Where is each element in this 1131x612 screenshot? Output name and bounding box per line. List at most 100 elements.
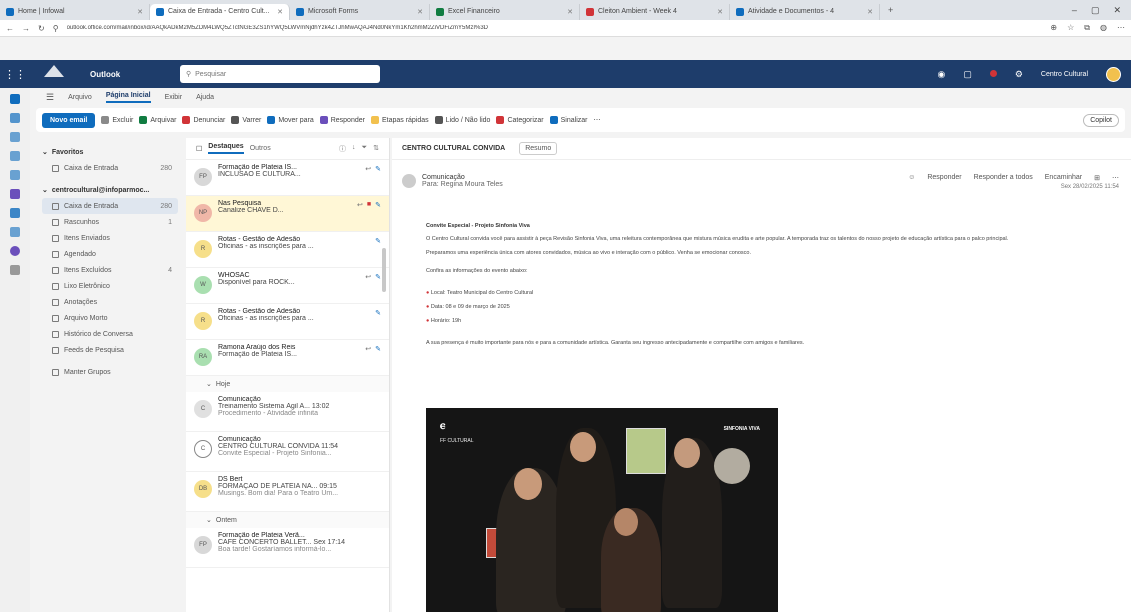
browser-tab-3[interactable]: Excel Financeiro ✕ bbox=[430, 3, 580, 20]
tab-ajuda[interactable]: Ajuda bbox=[196, 94, 214, 101]
pin-icon[interactable]: ✎ bbox=[375, 345, 381, 353]
list-item[interactable]: C Comunicação CENTRO CULTURAL CONVIDA 11:… bbox=[186, 432, 389, 472]
favorites-header[interactable]: ⌄ Favoritos bbox=[42, 144, 178, 160]
settings-gear-icon[interactable]: ⚙ bbox=[1015, 69, 1023, 80]
pin-icon[interactable]: ✎ bbox=[375, 201, 381, 209]
copilot-icon[interactable] bbox=[10, 246, 20, 256]
onedrive-icon[interactable] bbox=[10, 208, 20, 218]
report-button[interactable]: Denunciar bbox=[182, 116, 225, 124]
tab-pagina-inicial[interactable]: Página Inicial bbox=[105, 92, 151, 103]
extensions-icon[interactable]: ⧉ bbox=[1084, 23, 1090, 33]
forward-icon[interactable]: → bbox=[22, 24, 30, 33]
close-icon[interactable]: ✕ bbox=[137, 8, 143, 16]
groups-icon[interactable] bbox=[10, 151, 20, 161]
folder-inbox[interactable]: Caixa de Entrada 280 bbox=[42, 198, 178, 214]
sender-name[interactable]: Comunicação bbox=[422, 174, 503, 181]
user-name[interactable]: Centro Cultural bbox=[1041, 71, 1088, 78]
info-icon[interactable]: ⓘ bbox=[339, 144, 346, 154]
list-item[interactable]: FP Formação de Plateia IS... INCLUSÃO E C… bbox=[186, 160, 389, 196]
folder-drafts[interactable]: Rascunhos 1 bbox=[42, 214, 178, 230]
quick-steps-button[interactable]: Etapas rápidas bbox=[370, 116, 429, 124]
summarize-button[interactable]: Resumo bbox=[519, 142, 558, 155]
reply-icon[interactable]: ↩ bbox=[357, 201, 363, 209]
search-input[interactable]: Pesquisar bbox=[195, 71, 226, 78]
folder-scheduled[interactable]: Agendado bbox=[42, 246, 178, 262]
list-item[interactable]: RA Ramona Araújo dos Reis Formação de Pla… bbox=[186, 340, 389, 376]
folder-archive[interactable]: Arquivo Morto bbox=[42, 310, 178, 326]
meet-now-icon[interactable]: ◉ bbox=[937, 69, 945, 80]
reload-icon[interactable]: ↻ bbox=[38, 24, 45, 33]
zoom-icon[interactable]: ⊕ bbox=[1050, 23, 1057, 33]
tab-exibir[interactable]: Exibir bbox=[165, 94, 183, 101]
manage-groups-link[interactable]: Manter Grupos bbox=[42, 364, 178, 380]
url-field[interactable]: outlook.office.com/mail/inbox/id/AAQkADk… bbox=[67, 25, 1043, 31]
archive-button[interactable]: Arquivar bbox=[139, 116, 176, 124]
notifications-icon[interactable] bbox=[989, 69, 997, 79]
reply-icon[interactable]: ↩ bbox=[365, 165, 371, 173]
teams-icon[interactable] bbox=[10, 189, 20, 199]
reply-all-button[interactable]: Responder a todos bbox=[974, 174, 1033, 182]
more-actions-icon[interactable]: ⋯ bbox=[1112, 174, 1119, 182]
emoji-icon[interactable]: ☺ bbox=[908, 174, 915, 182]
folder-sent[interactable]: Itens Enviados bbox=[42, 230, 178, 246]
people-icon[interactable] bbox=[10, 132, 20, 142]
close-icon[interactable]: ✕ bbox=[277, 8, 283, 16]
favorite-star-icon[interactable]: ☆ bbox=[1067, 23, 1074, 33]
folder-notes[interactable]: Anotações bbox=[42, 294, 178, 310]
list-item[interactable]: DB DS Bert FORMAÇÃO DE PLATEIA NA... 09:1… bbox=[186, 472, 389, 512]
browser-tab-0[interactable]: Home | Infowal ✕ bbox=[0, 3, 150, 20]
minimize-icon[interactable]: – bbox=[1072, 5, 1077, 16]
apps-icon[interactable]: ⊞ bbox=[1094, 174, 1100, 182]
mail-icon[interactable] bbox=[10, 94, 20, 104]
tab-arquivo[interactable]: Arquivo bbox=[68, 94, 92, 101]
folder-rss[interactable]: Feeds de Pesquisa bbox=[42, 342, 178, 358]
delete-button[interactable]: Excluir bbox=[101, 116, 133, 124]
close-icon[interactable]: ✕ bbox=[867, 8, 873, 16]
folder-inbox-favorite[interactable]: Caixa de Entrada 280 bbox=[42, 160, 178, 176]
group-header-today[interactable]: ⌄ Hoje bbox=[186, 376, 389, 392]
flag-icon[interactable]: ■ bbox=[367, 201, 371, 209]
sort-icon[interactable]: ⇅ bbox=[373, 144, 379, 154]
filter-icon[interactable]: ⏷ bbox=[362, 144, 368, 154]
chat-icon[interactable]: ▢ bbox=[963, 69, 972, 80]
read-unread-button[interactable]: Lido / Não lido bbox=[434, 116, 490, 124]
group-header-older[interactable]: ⌄ Ontem bbox=[186, 512, 389, 528]
copilot-button[interactable]: Copilot bbox=[1083, 113, 1119, 127]
close-icon[interactable]: ✕ bbox=[567, 8, 573, 16]
close-window-icon[interactable]: ✕ bbox=[1113, 5, 1121, 16]
list-item[interactable]: W WHOSAC Disponível para ROCK... ↩ ✎ bbox=[186, 268, 389, 304]
pin-icon[interactable]: ✎ bbox=[375, 309, 381, 317]
new-mail-button[interactable]: Novo email bbox=[42, 112, 96, 128]
folder-junk[interactable]: Lixo Eletrônico bbox=[42, 278, 178, 294]
reply-icon[interactable]: ↩ bbox=[365, 345, 371, 353]
folder-conversation-history[interactable]: Histórico de Conversa bbox=[42, 326, 178, 342]
reply-button[interactable]: Responder bbox=[927, 174, 961, 182]
browser-tab-2[interactable]: Microsoft Forms ✕ bbox=[290, 3, 430, 20]
folder-deleted[interactable]: Itens Excluídos 4 bbox=[42, 262, 178, 278]
browser-tab-4[interactable]: Cleiton Ambient - Week 4 ✕ bbox=[580, 3, 730, 20]
sweep-button[interactable]: Varrer bbox=[231, 116, 261, 124]
list-item-selected[interactable]: NP Nas Pesquisa Canalize CHAVE D... ↩ ■ ✎ bbox=[186, 196, 389, 232]
more-apps-icon[interactable] bbox=[10, 265, 20, 275]
pin-icon[interactable]: ✎ bbox=[375, 165, 381, 173]
avatar[interactable] bbox=[1106, 66, 1121, 82]
select-all-icon[interactable]: ☐ bbox=[196, 145, 202, 153]
list-item[interactable]: FP Formação de Plateia Verã... CAFÉ CONCE… bbox=[186, 528, 389, 568]
reply-icon[interactable]: ↩ bbox=[365, 273, 371, 281]
calendar-icon[interactable] bbox=[10, 113, 20, 123]
tab-focused[interactable]: Destaques bbox=[208, 143, 244, 154]
word-icon[interactable] bbox=[10, 227, 20, 237]
back-icon[interactable]: ← bbox=[6, 24, 14, 33]
categorize-button[interactable]: Categorizar bbox=[496, 116, 544, 124]
search-box[interactable]: ⚲ Pesquisar bbox=[180, 65, 380, 83]
list-scrollbar[interactable] bbox=[382, 248, 386, 292]
reply-button[interactable]: Responder bbox=[319, 116, 365, 124]
close-icon[interactable]: ✕ bbox=[417, 8, 423, 16]
more-options-icon[interactable]: ⋯ bbox=[593, 116, 600, 124]
app-launcher-icon[interactable]: ⋮⋮ bbox=[0, 68, 30, 81]
list-item[interactable]: R Rotas - Gestão de Adesão Oficinas - as … bbox=[186, 304, 389, 340]
site-info-icon[interactable]: ⚲ bbox=[53, 24, 59, 33]
pin-icon[interactable]: ✎ bbox=[375, 273, 381, 281]
move-to-button[interactable]: Mover para bbox=[267, 116, 314, 124]
list-item[interactable]: C Comunicação Treinamento Sistema Ágil A.… bbox=[186, 392, 389, 432]
